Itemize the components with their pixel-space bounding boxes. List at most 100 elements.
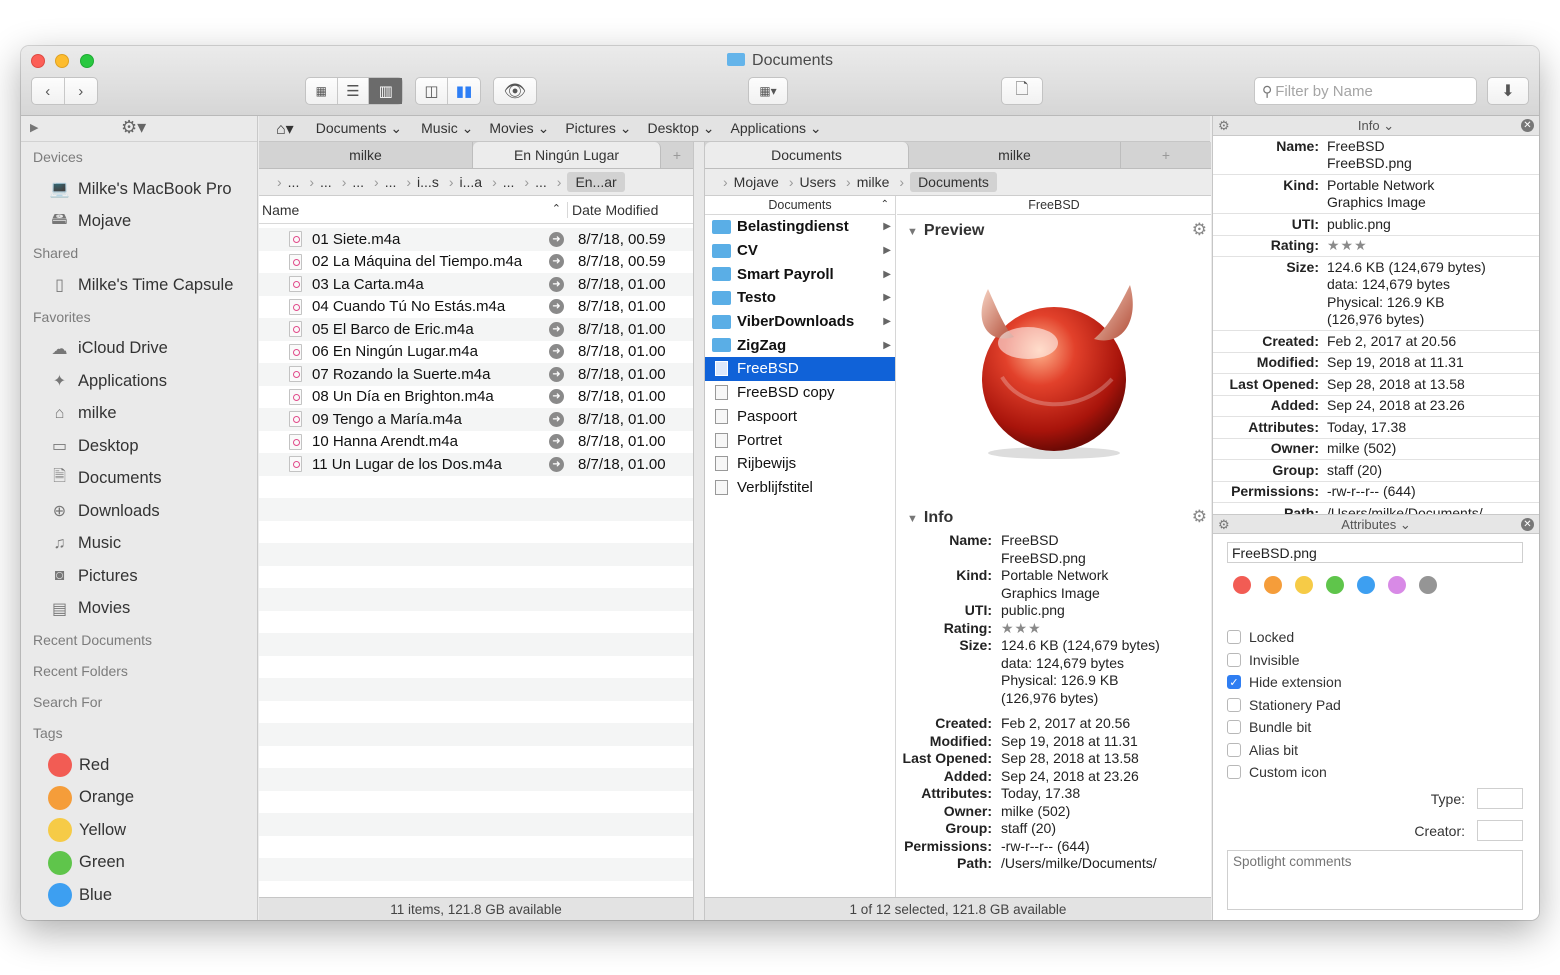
folder-item[interactable]: ViberDownloads ▶ [705, 310, 895, 334]
sidebar-tag-yellow[interactable]: Yellow [21, 814, 257, 847]
favbar-item-movies[interactable]: Movies ⌄ [489, 120, 549, 137]
folder-item[interactable]: Belastingdienst ▶ [705, 215, 895, 239]
checkbox-box[interactable] [1227, 697, 1241, 712]
checkbox-custom-icon[interactable]: Custom icon [1227, 761, 1342, 784]
checkbox-box[interactable] [1227, 652, 1241, 667]
go-arrow-icon[interactable]: ➜ [549, 299, 564, 315]
path-segment[interactable]: i...s [417, 174, 439, 190]
sidebar-section-search-for[interactable]: Search For [21, 687, 257, 718]
pane-divider[interactable] [693, 142, 705, 920]
file-row[interactable]: 01 Siete.m4a ➜ 8/7/18, 00.59 [259, 228, 693, 251]
type-field[interactable] [1477, 788, 1523, 809]
path-segment[interactable]: ... [288, 174, 300, 190]
close-circle-icon[interactable]: ✕ [1521, 119, 1534, 132]
disclosure-triangle-icon[interactable]: ▶ [30, 121, 38, 134]
checkbox-box[interactable] [1227, 630, 1241, 645]
favbar-item-documents[interactable]: Documents ⌄ [316, 120, 402, 137]
file-item[interactable]: Verblijfstitel [705, 476, 895, 500]
filter-input[interactable] [1275, 82, 1466, 100]
go-arrow-icon[interactable]: ➜ [549, 411, 564, 427]
go-arrow-icon[interactable]: ➜ [549, 389, 564, 405]
favbar-item-pictures[interactable]: Pictures ⌄ [565, 120, 631, 137]
forward-button[interactable]: › [65, 78, 98, 104]
documents-column-header[interactable]: Documents ⌃ [705, 196, 895, 215]
folder-item[interactable]: ZigZag ▶ [705, 333, 895, 357]
file-row[interactable]: 10 Hanna Arendt.m4a ➜ 8/7/18, 01.00 [259, 431, 693, 454]
folder-item[interactable]: CV ▶ [705, 239, 895, 263]
checkbox-hide-extension[interactable]: ✓ Hide extension [1227, 671, 1342, 694]
color-label-swatch[interactable] [1326, 576, 1344, 594]
new-document-button[interactable]: 🗋 [1001, 77, 1043, 105]
sidebar-item-desktop[interactable]: ▭ Desktop [21, 430, 257, 463]
sidebar-tag-green[interactable]: Green [21, 847, 257, 880]
color-label-swatch[interactable] [1357, 576, 1375, 594]
path-segment[interactable]: ... [320, 174, 332, 190]
info-section-header[interactable]: ▼ Info [907, 509, 953, 527]
home-icon[interactable]: ⌂▾ [276, 119, 294, 139]
arrange-menu-button[interactable]: ▦▾ [748, 77, 788, 105]
file-item[interactable]: FreeBSD [705, 357, 895, 381]
file-row[interactable]: 06 En Ningún Lugar.m4a ➜ 8/7/18, 01.00 [259, 341, 693, 364]
sidebar-item-movies[interactable]: ▤ Movies [21, 593, 257, 626]
file-item[interactable]: Rijbewijs [705, 452, 895, 476]
gear-icon[interactable]: ⚙ [1218, 515, 1230, 534]
go-arrow-icon[interactable]: ➜ [549, 231, 564, 247]
sidebar-item-music[interactable]: ♫ Music [21, 528, 257, 561]
sidebar-item-icloud[interactable]: ☁ iCloud Drive [21, 333, 257, 366]
color-label-swatch[interactable] [1295, 576, 1313, 594]
file-row[interactable]: 04 Cuando Tú No Estás.m4a ➜ 8/7/18, 01.00 [259, 296, 693, 319]
sidebar-tag-blue[interactable]: Blue [21, 879, 257, 912]
folder-item[interactable]: Smart Payroll ▶ [705, 262, 895, 286]
gear-icon[interactable]: ⚙ [1192, 507, 1207, 527]
filter-search-field[interactable]: ⚲ [1254, 77, 1477, 105]
file-row[interactable]: 02 La Máquina del Tiempo.m4a ➜ 8/7/18, 00.… [259, 251, 693, 274]
gear-icon[interactable]: ⚙ [1192, 220, 1207, 240]
checkbox-locked[interactable]: Locked [1227, 626, 1342, 649]
checkbox-stationery-pad[interactable]: Stationery Pad [1227, 694, 1342, 717]
icon-view-button[interactable]: ▦ [306, 78, 338, 104]
go-arrow-icon[interactable]: ➜ [549, 366, 564, 382]
checkbox-invisible[interactable]: Invisible [1227, 649, 1342, 672]
quick-look-button[interactable]: 👁 [493, 77, 537, 105]
checkbox-box[interactable] [1227, 720, 1241, 735]
add-tab-button-right[interactable]: + [1121, 142, 1211, 168]
path-segment[interactable]: ... [385, 174, 397, 190]
close-circle-icon[interactable]: ✕ [1521, 518, 1534, 531]
sidebar-item-applications[interactable]: ✦ Applications [21, 365, 257, 398]
sidebar-section-recent-folders[interactable]: Recent Folders [21, 656, 257, 687]
sidebar-item-time-capsule[interactable]: ▯ Milke's Time Capsule [21, 269, 257, 302]
inspector-attributes-header[interactable]: ⚙ Attributes ⌄ ✕ [1213, 514, 1539, 534]
path-segment[interactable]: ... [535, 174, 547, 190]
file-row[interactable]: 07 Rozando la Suerte.m4a ➜ 8/7/18, 01.00 [259, 363, 693, 386]
path-segment[interactable]: i...a [460, 174, 483, 190]
tab-milke-right[interactable]: milke [909, 142, 1121, 168]
preview-section-header[interactable]: ▼ Preview [907, 222, 984, 240]
path-segment[interactable]: Mojave [734, 174, 779, 190]
checkbox-alias-bit[interactable]: Alias bit [1227, 739, 1342, 762]
favbar-item-music[interactable]: Music ⌄ [421, 120, 473, 137]
file-item[interactable]: FreeBSD copy [705, 381, 895, 405]
checkbox-box[interactable] [1227, 742, 1241, 757]
file-row[interactable]: 03 La Carta.m4a ➜ 8/7/18, 01.00 [259, 273, 693, 296]
list-view-button[interactable]: ☰ [338, 78, 370, 104]
file-row[interactable]: 11 Un Lugar de los Dos.m4a ➜ 8/7/18, 01.00 [259, 453, 693, 476]
dual-pane-button[interactable]: ▮▮ [448, 78, 480, 104]
checkmark-icon[interactable]: ✓ [1227, 675, 1241, 690]
folder-item[interactable]: Testo ▶ [705, 286, 895, 310]
favbar-item-applications[interactable]: Applications ⌄ [731, 120, 822, 137]
sidebar-item-downloads[interactable]: ⊕ Downloads [21, 495, 257, 528]
path-segment[interactable]: Users [799, 174, 836, 190]
add-tab-button[interactable]: + [661, 142, 693, 168]
inspector-info-header[interactable]: ⚙ Info ⌄ ✕ [1213, 116, 1539, 136]
file-row[interactable]: 08 Un Día en Brighton.m4a ➜ 8/7/18, 01.00 [259, 386, 693, 409]
filename-field[interactable] [1227, 542, 1523, 563]
go-arrow-icon[interactable]: ➜ [549, 344, 564, 360]
file-row[interactable]: 09 Tengo a María.m4a ➜ 8/7/18, 01.00 [259, 408, 693, 431]
sidebar-item-documents[interactable]: 🗎 Documents [21, 463, 257, 496]
go-arrow-icon[interactable]: ➜ [549, 434, 564, 450]
path-segment[interactable]: milke [857, 174, 890, 190]
color-label-swatch[interactable] [1233, 576, 1251, 594]
path-segment[interactable]: En...ar [567, 172, 625, 192]
path-segment[interactable]: Documents [910, 172, 997, 192]
gear-menu-icon[interactable]: ⚙▾ [121, 117, 146, 138]
